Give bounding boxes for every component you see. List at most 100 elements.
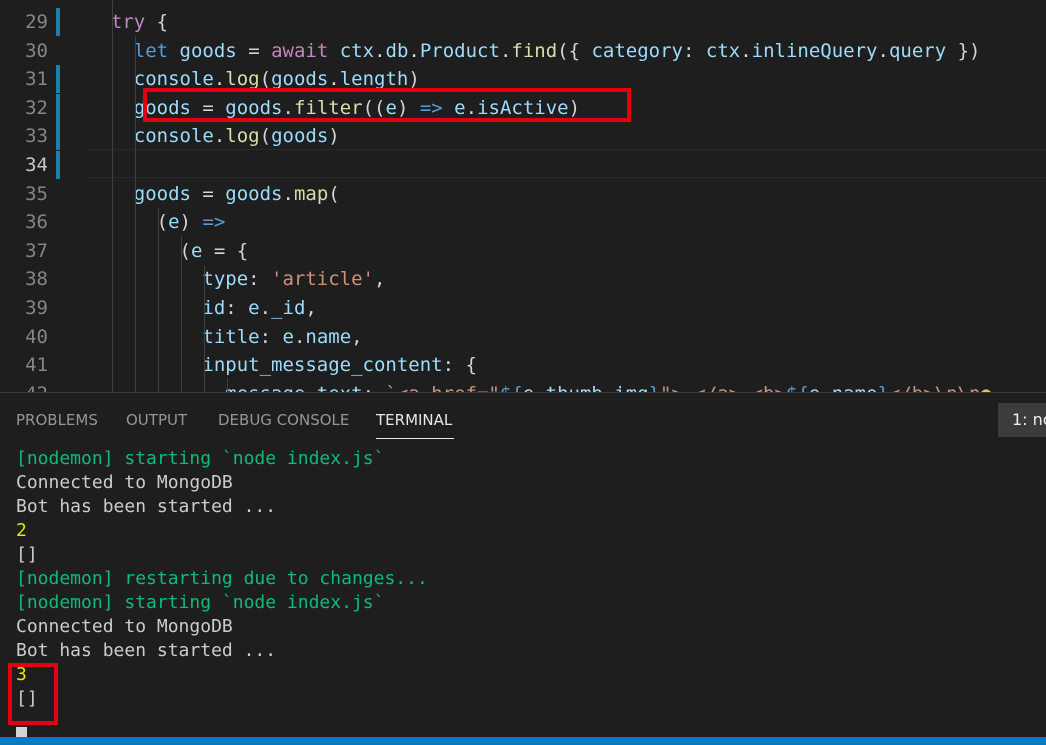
terminal-selector[interactable]: 1: node <box>998 403 1046 437</box>
line-number: 40 <box>25 325 48 348</box>
code-token: let <box>133 39 169 62</box>
code-line: 40 title: e.name, <box>0 323 1046 351</box>
code-token: console <box>133 68 214 91</box>
terminal-line: Connected to MongoDB <box>16 472 233 493</box>
tab-output[interactable]: OUTPUT <box>126 409 187 431</box>
code-text: title: e.name, <box>88 323 363 351</box>
code-token: `<a href=" <box>385 383 499 392</box>
indent-guide <box>181 236 182 392</box>
code-token: : <box>363 383 386 392</box>
code-token: goods <box>179 39 237 62</box>
code-line: 35 goods = goods.map( <box>0 180 1046 208</box>
code-token: : <box>683 39 706 62</box>
code-token: ({ <box>557 39 592 62</box>
line-number: 36 <box>25 211 48 234</box>
code-token: e <box>282 325 294 348</box>
code-token: ● <box>980 383 991 392</box>
code-line: 39 id: e._id, <box>0 294 1046 322</box>
code-token: goods <box>225 182 283 205</box>
code-token: console <box>133 125 214 148</box>
code-token: title <box>202 325 260 348</box>
code-token: ) <box>328 125 340 148</box>
code-token: ) <box>408 68 420 91</box>
code-line: 30 let goods = await ctx.db.Product.find… <box>0 37 1046 65</box>
terminal-line: [nodemon] starting `node index.js` <box>16 448 385 469</box>
line-number: 29 <box>25 11 48 33</box>
code-token: ${ <box>786 383 809 392</box>
code-token: log <box>225 125 260 148</box>
code-token: input_message_content <box>202 354 443 377</box>
code-token: await <box>271 39 329 62</box>
code-token: "> </a> <b> <box>660 383 786 392</box>
code-line: 36 (e) => <box>0 208 1046 236</box>
code-token: . <box>282 182 294 205</box>
code-text: message_text: `<a href="${e.thumb_img}">… <box>88 380 992 392</box>
terminal-line: 2 <box>16 520 27 541</box>
code-token: inlineQuery <box>751 39 878 62</box>
code-text: console.log(goods) <box>88 122 340 150</box>
code-token: . <box>820 383 831 392</box>
code-token: . <box>740 39 752 62</box>
code-token: e <box>248 297 260 319</box>
code-token: e <box>809 383 820 392</box>
code-line: 33 console.log(goods) <box>0 122 1046 151</box>
code-token: db <box>385 39 409 62</box>
active-tab-underline <box>376 438 454 439</box>
code-token: ${ <box>500 383 523 392</box>
code-text: id: e._id, <box>88 294 317 322</box>
code-token: 'article' <box>271 268 374 291</box>
git-modified-indicator <box>56 122 60 151</box>
code-token: => <box>202 211 226 234</box>
tab-problems[interactable]: PROBLEMS <box>16 409 98 431</box>
code-line: 41 input_message_content: { <box>0 351 1046 379</box>
code-token: ( <box>259 68 272 91</box>
line-number: 31 <box>25 68 48 91</box>
code-token: Product <box>419 39 500 62</box>
code-token: message_text <box>225 383 362 392</box>
code-line: 42 message_text: `<a href="${e.thumb_img… <box>0 380 1046 392</box>
line-number: 42 <box>0 380 48 392</box>
code-token: : <box>225 297 249 319</box>
code-token: : <box>259 325 283 348</box>
code-token: ctx <box>705 39 741 62</box>
code-token: = { <box>202 239 249 262</box>
code-token: : { <box>442 354 477 377</box>
code-text: (e) => <box>88 208 226 236</box>
code-token: ( <box>328 182 340 205</box>
git-modified-indicator <box>56 93 60 122</box>
code-line: 37 (e = { <box>0 237 1046 265</box>
code-token: type <box>202 268 249 291</box>
code-token: ctx <box>339 39 375 62</box>
indent-guide <box>158 208 159 392</box>
code-token: . <box>374 39 386 62</box>
indent-guide <box>204 265 205 392</box>
code-token: : <box>248 268 272 291</box>
git-modified-indicator <box>56 65 60 94</box>
tab-debug-console[interactable]: DEBUG CONSOLE <box>218 409 349 431</box>
code-token: log <box>225 68 260 91</box>
code-token: , <box>305 297 317 319</box>
code-token: . <box>408 39 420 62</box>
code-token: id <box>202 297 226 319</box>
code-editor[interactable]: 29 try {30 let goods = await ctx.db.Prod… <box>0 0 1046 392</box>
tab-terminal[interactable]: TERMINAL <box>376 409 452 431</box>
code-text: goods = goods.map( <box>88 180 340 208</box>
code-token: , <box>351 325 363 348</box>
line-number: 32 <box>25 96 48 119</box>
line-number: 35 <box>25 182 48 205</box>
git-modified-indicator <box>56 8 60 36</box>
terminal-line: Connected to MongoDB <box>16 616 233 637</box>
status-bar <box>0 737 1046 745</box>
code-token: . <box>499 39 512 62</box>
